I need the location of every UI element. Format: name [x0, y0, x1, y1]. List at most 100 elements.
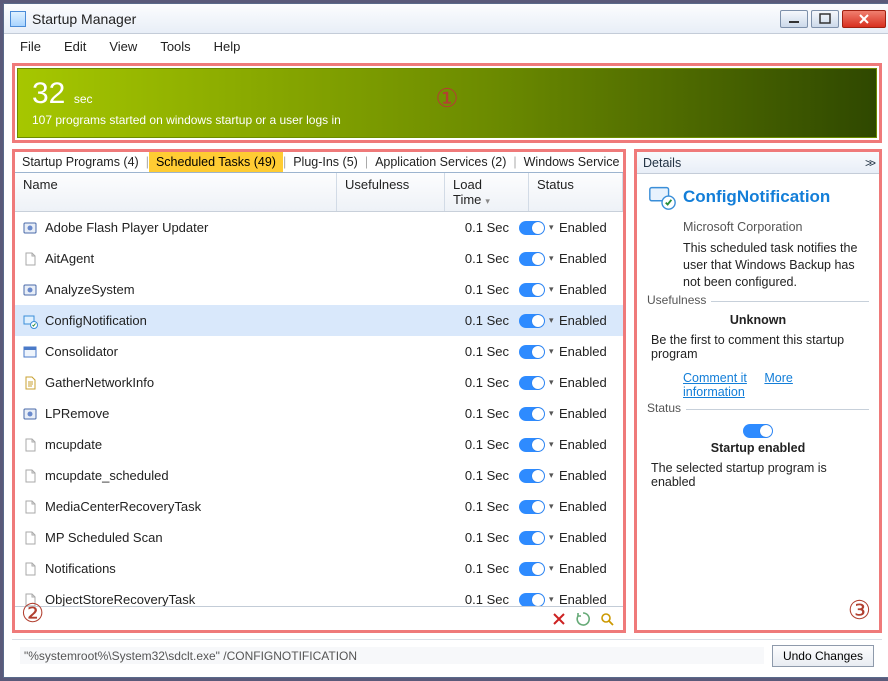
minimize-button[interactable]	[780, 10, 808, 28]
chevron-down-icon[interactable]: ▾	[549, 470, 559, 481]
chevron-down-icon[interactable]: ▾	[549, 594, 559, 605]
status-legend: Status	[647, 401, 686, 415]
row-toggle[interactable]	[519, 407, 549, 421]
banner-region: 32 sec 107 programs started on windows s…	[12, 63, 882, 143]
row-toggle[interactable]	[519, 252, 549, 266]
comment-link[interactable]: Comment it	[683, 371, 747, 385]
menubar: File Edit View Tools Help	[4, 34, 888, 58]
table-row[interactable]: Notifications0.1 Sec▾Enabled	[15, 553, 623, 584]
search-icon[interactable]	[599, 611, 615, 627]
startup-seconds: 32	[32, 77, 65, 110]
row-toggle[interactable]	[519, 376, 549, 390]
table-row[interactable]: mcupdate_scheduled0.1 Sec▾Enabled	[15, 460, 623, 491]
row-toggle[interactable]	[519, 314, 549, 328]
chevron-down-icon[interactable]: ▾	[549, 346, 559, 357]
menu-file[interactable]: File	[10, 37, 51, 56]
task-icon	[647, 182, 677, 212]
table-row[interactable]: LPRemove 0.1 Sec ▾Enabled	[15, 398, 623, 429]
delete-icon[interactable]	[551, 611, 567, 627]
menu-help[interactable]: Help	[204, 37, 251, 56]
row-icon	[21, 436, 39, 454]
row-loadtime: 0.1 Sec	[439, 375, 519, 390]
row-toggle[interactable]	[519, 438, 549, 452]
tab-3[interactable]: Application Services (2)	[368, 152, 513, 172]
table-row[interactable]: AitAgent0.1 Sec▾Enabled	[15, 243, 623, 274]
details-body: ConfigNotification Microsoft Corporation…	[637, 174, 879, 497]
row-name: GatherNetworkInfo	[45, 375, 331, 390]
menu-view[interactable]: View	[99, 37, 147, 56]
chevron-down-icon[interactable]: ▾	[549, 408, 559, 419]
chevron-down-icon[interactable]: ▾	[549, 315, 559, 326]
row-status: Enabled	[559, 530, 619, 545]
chevron-down-icon[interactable]: ▾	[549, 563, 559, 574]
tab-4[interactable]: Windows Service	[517, 152, 623, 172]
row-toggle[interactable]	[519, 469, 549, 483]
row-loadtime: 0.1 Sec	[439, 282, 519, 297]
tab-1[interactable]: Scheduled Tasks (49)	[149, 152, 283, 172]
chevron-down-icon[interactable]: ▾	[549, 253, 559, 264]
chevron-down-icon[interactable]: ▾	[549, 532, 559, 543]
row-icon	[21, 281, 39, 299]
row-name: mcupdate	[45, 437, 331, 452]
usefulness-value: Unknown	[647, 313, 869, 327]
col-usefulness[interactable]: Usefulness	[337, 173, 445, 211]
row-loadtime: 0.1 Sec	[439, 251, 519, 266]
table-row[interactable]: mcupdate0.1 Sec▾Enabled	[15, 429, 623, 460]
table-row[interactable]: GatherNetworkInfo 0.1 Sec ▾Enabled	[15, 367, 623, 398]
table-row[interactable]: ObjectStoreRecoveryTask0.1 Sec▾Enabled	[15, 584, 623, 606]
window-title: Startup Manager	[32, 11, 780, 27]
tab-2[interactable]: Plug-Ins (5)	[286, 152, 365, 172]
undo-changes-button[interactable]: Undo Changes	[772, 645, 874, 667]
row-toggle[interactable]	[519, 345, 549, 359]
row-loadtime: 0.1 Sec	[439, 406, 519, 421]
row-status: Enabled	[559, 375, 619, 390]
details-publisher: Microsoft Corporation	[683, 220, 869, 234]
row-name: mcupdate_scheduled	[45, 468, 331, 483]
table-rows: Adobe Flash Player Updater0.1 Sec▾Enable…	[15, 212, 623, 606]
table-row[interactable]: MP Scheduled Scan0.1 Sec▾Enabled	[15, 522, 623, 553]
row-icon	[21, 591, 39, 607]
body: 32 sec 107 programs started on windows s…	[4, 58, 888, 677]
command-path: "%systemroot%\System32\sdclt.exe" /CONFI…	[20, 647, 764, 664]
row-icon	[21, 498, 39, 516]
row-toggle[interactable]	[519, 283, 549, 297]
chevron-down-icon[interactable]: ▾	[549, 377, 559, 388]
row-toggle[interactable]	[519, 500, 549, 514]
row-toggle[interactable]	[519, 531, 549, 545]
col-loadtime[interactable]: Load Time	[445, 173, 529, 211]
row-loadtime: 0.1 Sec	[439, 561, 519, 576]
chevron-right-icon: >>	[865, 156, 873, 170]
table-row[interactable]: AnalyzeSystem0.1 Sec▾Enabled	[15, 274, 623, 305]
chevron-down-icon[interactable]: ▾	[549, 501, 559, 512]
menu-edit[interactable]: Edit	[54, 37, 96, 56]
row-icon	[21, 219, 39, 237]
row-toggle[interactable]	[519, 562, 549, 576]
app-window: Startup Manager File Edit View Tools Hel…	[3, 3, 888, 678]
row-status: Enabled	[559, 406, 619, 421]
details-header[interactable]: Details >>	[637, 152, 879, 174]
table-row[interactable]: Consolidator0.1 Sec▾Enabled	[15, 336, 623, 367]
row-toggle[interactable]	[519, 593, 549, 607]
tab-0[interactable]: Startup Programs (4)	[15, 152, 146, 172]
close-button[interactable]	[842, 10, 886, 28]
row-status: Enabled	[559, 220, 619, 235]
col-status[interactable]: Status	[529, 173, 623, 211]
maximize-button[interactable]	[811, 10, 839, 28]
chevron-down-icon[interactable]: ▾	[549, 284, 559, 295]
status-section: Status Startup enabled The selected star…	[647, 409, 869, 489]
refresh-icon[interactable]	[575, 611, 591, 627]
status-toggle[interactable]	[743, 424, 773, 438]
list-footer	[15, 606, 623, 630]
row-status: Enabled	[559, 468, 619, 483]
row-icon	[21, 343, 39, 361]
table-row[interactable]: Adobe Flash Player Updater0.1 Sec▾Enable…	[15, 212, 623, 243]
menu-tools[interactable]: Tools	[150, 37, 200, 56]
table-row[interactable]: ConfigNotification0.1 Sec▾Enabled	[15, 305, 623, 336]
chevron-down-icon[interactable]: ▾	[549, 439, 559, 450]
row-toggle[interactable]	[519, 221, 549, 235]
table-row[interactable]: MediaCenterRecoveryTask0.1 Sec▾Enabled	[15, 491, 623, 522]
col-name[interactable]: Name	[15, 173, 337, 211]
row-name: Notifications	[45, 561, 331, 576]
row-name: LPRemove	[45, 406, 331, 421]
chevron-down-icon[interactable]: ▾	[549, 222, 559, 233]
